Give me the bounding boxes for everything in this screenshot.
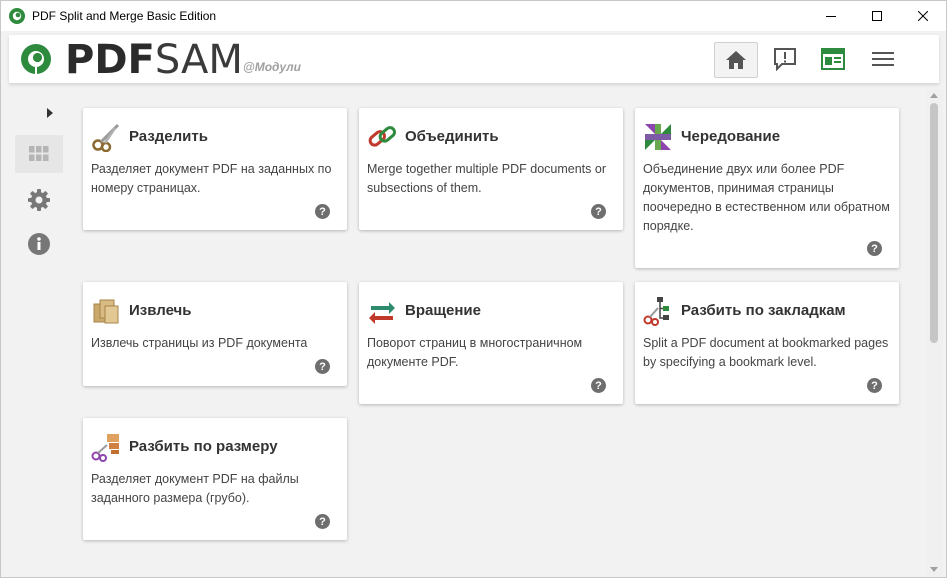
- sidebar-item-settings[interactable]: [25, 187, 53, 213]
- sidebar-item-modules[interactable]: [15, 135, 63, 173]
- news-button[interactable]: [812, 42, 854, 76]
- module-title: Разделить: [129, 128, 208, 145]
- pdfsam-logo-text: PDFSAM: [65, 37, 243, 83]
- module-description: Поворот страниц в многостраничном докуме…: [367, 336, 583, 369]
- info-icon: [28, 233, 50, 255]
- help-icon[interactable]: ?: [315, 514, 330, 529]
- module-title: Извлечь: [129, 302, 192, 319]
- sidebar-item-about[interactable]: [25, 231, 53, 257]
- module-card-merge[interactable]: Объединить Merge together multiple PDF d…: [359, 108, 623, 230]
- menu-button[interactable]: [862, 42, 904, 76]
- module-description: Объединение двух или более PDF документо…: [643, 162, 890, 233]
- chevron-right-icon: [47, 108, 53, 118]
- sidebar: [9, 99, 67, 299]
- module-title: Чередование: [681, 128, 781, 145]
- app-header: PDFSAM @Модули: [9, 35, 939, 84]
- module-title: Объединить: [405, 128, 499, 145]
- grid-icon: [29, 146, 49, 161]
- module-title: Разбить по размеру: [129, 438, 278, 455]
- module-card-alternate-mix[interactable]: Чередование Объединение двух или более P…: [635, 108, 899, 268]
- window-controls: [808, 1, 946, 31]
- pdfsam-app-icon: [9, 8, 25, 24]
- help-icon[interactable]: ?: [867, 241, 882, 256]
- help-icon[interactable]: ?: [315, 204, 330, 219]
- size-split-icon: [91, 434, 119, 462]
- hamburger-menu-icon: [872, 52, 894, 66]
- window-title: PDF Split and Merge Basic Edition: [32, 9, 217, 23]
- module-description: Merge together multiple PDF documents or…: [367, 162, 606, 195]
- module-card-extract[interactable]: Извлечь Извлечь страницы из PDF документ…: [83, 282, 347, 386]
- close-button[interactable]: [900, 1, 946, 31]
- maximize-icon: [872, 11, 882, 21]
- module-card-split[interactable]: Разделить Разделяет документ PDF на зада…: [83, 108, 347, 230]
- module-title: Разбить по закладкам: [681, 302, 846, 319]
- gear-icon: [28, 189, 50, 211]
- logo-subtitle: @Модули: [243, 60, 301, 74]
- alternate-mix-icon: [645, 124, 671, 150]
- pdfsam-logo-icon: [21, 44, 51, 74]
- module-card-rotate[interactable]: Вращение Поворот страниц в многостраничн…: [359, 282, 623, 404]
- module-card-split-by-bookmarks[interactable]: Разбить по закладкам Split a PDF documen…: [635, 282, 899, 404]
- scroll-up-icon[interactable]: [930, 92, 938, 98]
- chain-link-icon: [368, 126, 397, 147]
- scissors-icon: [92, 123, 120, 152]
- sidebar-expand-toggle[interactable]: [45, 107, 55, 119]
- notifications-button[interactable]: [764, 42, 806, 76]
- help-icon[interactable]: ?: [591, 378, 606, 393]
- close-icon: [918, 11, 928, 21]
- module-description: Разделяет документ PDF на файлы заданног…: [91, 472, 299, 505]
- extract-pages-icon: [93, 299, 119, 324]
- news-icon: [821, 48, 845, 70]
- module-description: Разделяет документ PDF на заданных по но…: [91, 162, 332, 195]
- help-icon[interactable]: ?: [867, 378, 882, 393]
- help-icon[interactable]: ?: [591, 204, 606, 219]
- maximize-button[interactable]: [854, 1, 900, 31]
- module-title: Вращение: [405, 302, 481, 319]
- rotate-icon: [369, 302, 395, 324]
- module-description: Split a PDF document at bookmarked pages…: [643, 336, 889, 369]
- bookmark-split-icon: [643, 297, 669, 326]
- module-card-split-by-size[interactable]: Разбить по размеру Разделяет документ PD…: [83, 418, 347, 540]
- minimize-button[interactable]: [808, 1, 854, 31]
- minimize-icon: [826, 16, 836, 17]
- vertical-scrollbar[interactable]: [926, 89, 943, 577]
- module-description: Извлечь страницы из PDF документа: [91, 336, 308, 350]
- scrollbar-thumb[interactable]: [930, 103, 938, 343]
- home-icon: [726, 51, 746, 69]
- notification-icon: [774, 48, 796, 71]
- home-button[interactable]: [714, 42, 758, 78]
- window-titlebar: PDF Split and Merge Basic Edition: [1, 1, 946, 31]
- scroll-down-icon[interactable]: [930, 567, 938, 573]
- help-icon[interactable]: ?: [315, 359, 330, 374]
